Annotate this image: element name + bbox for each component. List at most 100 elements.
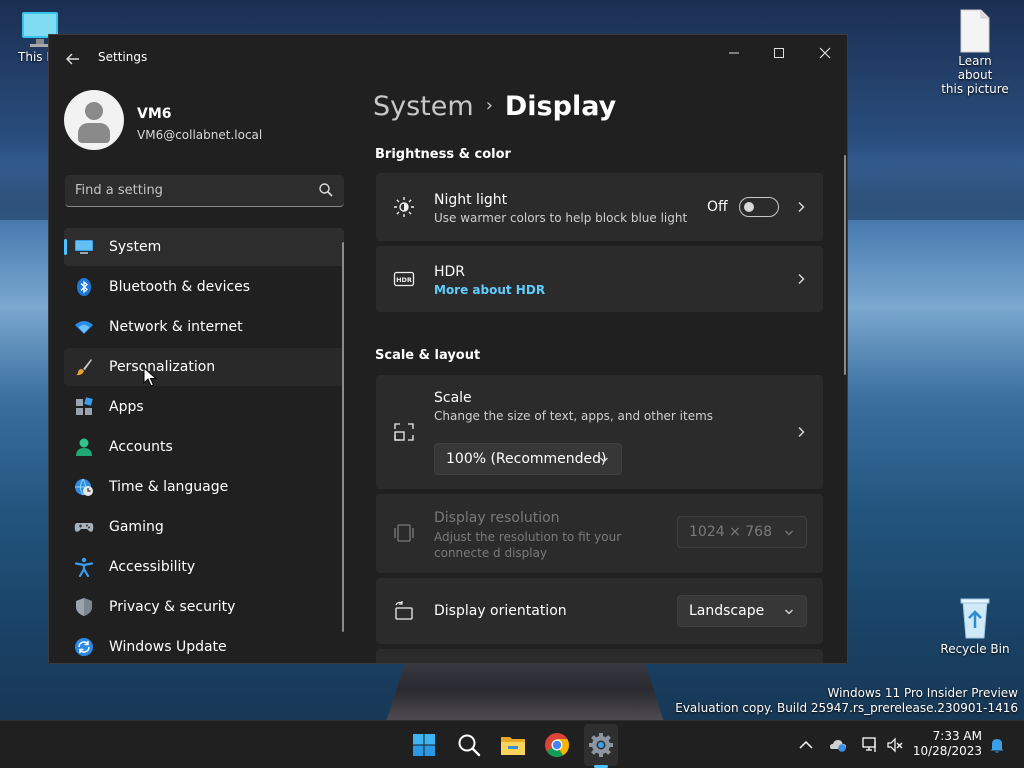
bluetooth-icon [77, 278, 91, 296]
settings-gear-icon[interactable] [587, 731, 615, 759]
hdr-card[interactable]: HDR HDR More about HDR [376, 246, 823, 312]
chevron-right-icon[interactable] [795, 201, 807, 213]
resolution-subtitle: Adjust the resolution to fit your connec… [434, 530, 622, 560]
wifi-icon [75, 321, 93, 334]
page-title: Display [504, 91, 617, 122]
sidebar-item-gaming[interactable]: Gaming [64, 508, 344, 546]
apps-icon [76, 397, 93, 415]
sidebar-item-time-language[interactable]: Time & language [64, 468, 344, 506]
close-icon [819, 47, 831, 59]
desktop-icon-recycle-bin[interactable]: Recycle Bin [940, 596, 1010, 656]
search-icon[interactable] [318, 182, 334, 198]
minimize-icon [729, 52, 739, 54]
resolution-title: Display resolution [434, 510, 560, 526]
display-resolution-card: Display resolution Adjust the resolution… [376, 494, 823, 573]
close-button[interactable] [808, 41, 842, 69]
sidebar-item-accounts[interactable]: Accounts [64, 428, 344, 466]
windows-watermark: Windows 11 Pro Insider Preview Evaluatio… [675, 686, 1018, 716]
orientation-title: Display orientation [434, 603, 567, 619]
watermark-line: Evaluation copy. Build 25947.rs_prerelea… [675, 701, 1018, 715]
main-scrollbar[interactable] [844, 155, 846, 375]
hdr-more-link[interactable]: More about HDR [434, 283, 545, 297]
sidebar-item-label: Accounts [109, 439, 173, 455]
mouse-cursor-icon [143, 367, 157, 387]
search-icon[interactable] [455, 731, 483, 759]
chevron-right-icon[interactable] [795, 273, 807, 285]
chevron-down-icon [785, 609, 793, 615]
volume-muted-icon[interactable] [886, 736, 904, 754]
chevron-down-icon [785, 530, 793, 536]
sidebar-item-label: Gaming [109, 519, 164, 535]
network-icon[interactable] [861, 736, 879, 754]
avatar-body [78, 123, 110, 143]
night-light-state: Off [707, 199, 728, 215]
sidebar-item-label: Accessibility [109, 559, 196, 575]
back-button[interactable] [63, 49, 83, 69]
brush-icon [76, 359, 92, 376]
night-light-toggle[interactable] [739, 197, 779, 217]
sidebar-nav: System Bluetooth & devices Network & int… [64, 228, 344, 663]
sidebar-item-label: Privacy & security [109, 599, 236, 615]
update-icon [75, 638, 93, 656]
resolution-dropdown-value: 1024 × 768 [689, 524, 772, 540]
sidebar-item-network[interactable]: Network & internet [64, 308, 344, 346]
minimize-button[interactable] [717, 41, 751, 69]
sidebar-item-bluetooth[interactable]: Bluetooth & devices [64, 268, 344, 306]
display-orientation-card[interactable]: Display orientation Landscape [376, 578, 823, 644]
sidebar-item-privacy-security[interactable]: Privacy & security [64, 588, 344, 626]
recycle-bin-icon [960, 598, 990, 639]
chevron-up-icon[interactable] [797, 736, 815, 754]
notification-bell-icon[interactable] [988, 736, 1006, 754]
title-bar[interactable]: Settings [49, 35, 847, 81]
sidebar-item-windows-update[interactable]: Windows Update [64, 628, 344, 663]
avatar[interactable] [64, 90, 124, 150]
sidebar-item-system[interactable]: System [64, 228, 344, 266]
monitor-icon [75, 240, 93, 254]
resolution-icon [394, 524, 414, 542]
section-title-scale-layout: Scale & layout [375, 348, 481, 363]
night-light-card[interactable]: Night light Use warmer colors to help bl… [376, 173, 823, 241]
desktop-icon-label: Recycle Bin [940, 642, 1010, 656]
breadcrumb-parent[interactable]: System [373, 91, 474, 122]
toggle-knob [744, 202, 754, 212]
sidebar-item-apps[interactable]: Apps [64, 388, 344, 426]
accessibility-icon [74, 557, 94, 577]
file-explorer-icon[interactable] [499, 731, 527, 759]
orientation-dropdown[interactable]: Landscape [677, 595, 807, 627]
settings-window: Settings VM6 VM6@collabnet.local Find a … [48, 34, 848, 664]
scale-card[interactable]: Scale Change the size of text, apps, and… [376, 375, 823, 489]
night-light-subtitle: Use warmer colors to help block blue lig… [434, 211, 688, 225]
sidebar-item-label: Apps [109, 399, 144, 415]
hdr-icon: HDR [393, 271, 415, 287]
desktop-icon-label: Learn about [957, 54, 993, 82]
desktop-icon-label: this picture [941, 82, 1009, 96]
sidebar-item-label: Windows Update [109, 639, 227, 655]
sidebar-item-label: System [109, 239, 162, 255]
sidebar-item-personalization[interactable]: Personalization [64, 348, 344, 386]
active-indicator [64, 239, 67, 255]
breadcrumb-separator: › [485, 95, 493, 116]
taskbar-clock[interactable]: 7:33 AM 10/28/2023 [912, 729, 982, 759]
brightness-icon [394, 197, 414, 217]
windows-start-icon[interactable] [410, 731, 438, 759]
chevron-down-icon [600, 457, 608, 463]
profile-email: VM6@collabnet.local [137, 128, 263, 142]
sidebar-scrollbar[interactable] [342, 242, 344, 632]
sidebar-item-accessibility[interactable]: Accessibility [64, 548, 344, 586]
sidebar-item-label: Time & language [109, 479, 229, 495]
search-box[interactable] [65, 175, 344, 207]
scale-dropdown[interactable]: 100% (Recommended) [434, 443, 622, 475]
sidebar-item-label: Bluetooth & devices [109, 279, 251, 295]
document-icon [960, 9, 990, 53]
onedrive-icon[interactable] [829, 736, 847, 754]
chevron-right-icon[interactable] [795, 426, 807, 438]
orientation-icon [395, 601, 413, 620]
chrome-icon[interactable] [543, 731, 571, 759]
next-setting-card[interactable] [376, 649, 823, 663]
maximize-button[interactable] [762, 41, 796, 69]
search-input[interactable] [65, 175, 305, 205]
desktop-icon-learn-about-picture[interactable]: Learn about this picture [940, 8, 1010, 96]
svg-text:HDR: HDR [396, 276, 412, 284]
section-title-brightness: Brightness & color [375, 147, 511, 162]
shield-icon [76, 598, 92, 616]
